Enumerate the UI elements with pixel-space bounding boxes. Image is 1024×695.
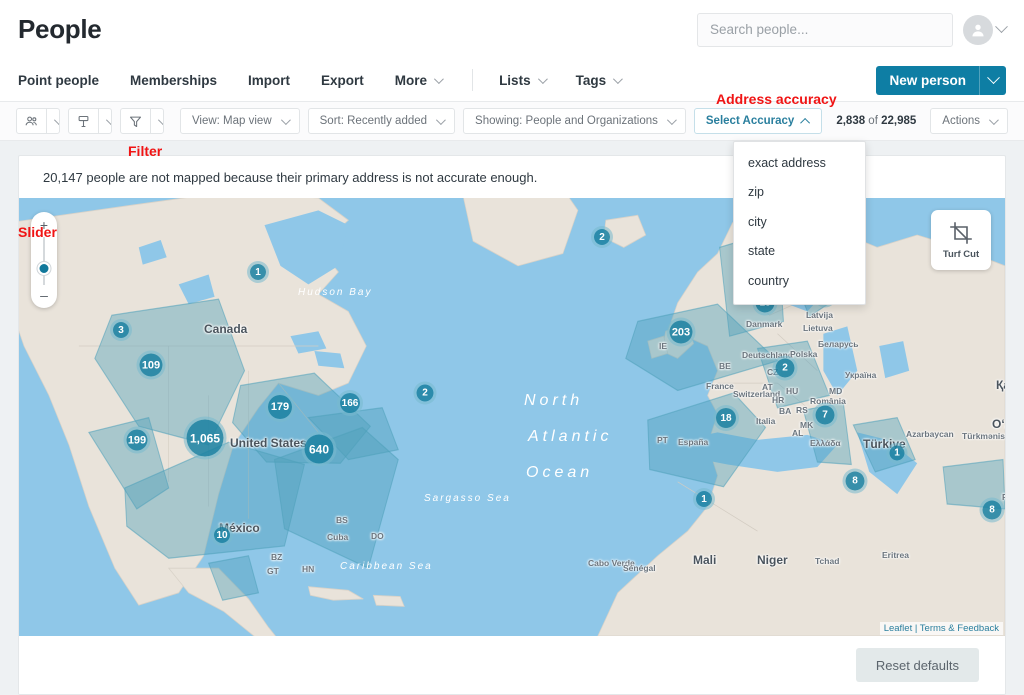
nav-item-export[interactable]: Export (321, 73, 364, 88)
content-area: 20,147 people are not mapped because the… (0, 141, 1024, 695)
sort-select[interactable]: Sort: Recently added (308, 108, 455, 134)
zoom-slider-track[interactable] (43, 237, 45, 285)
map-cluster-marker[interactable]: 1 (887, 443, 908, 464)
terms-feedback-link[interactable]: Terms & Feedback (920, 623, 999, 634)
accuracy-option-zip[interactable]: zip (734, 178, 865, 207)
map-cluster-marker[interactable]: 179 (265, 392, 295, 422)
attribution-separator: | (912, 623, 920, 634)
sort-select-label: Sort: Recently added (320, 115, 427, 127)
nav-item-memberships[interactable]: Memberships (130, 73, 217, 88)
new-person-dropdown-toggle[interactable] (979, 66, 1006, 95)
chevron-down-icon (434, 74, 444, 84)
map-cluster-marker[interactable]: 1,065 (184, 417, 227, 460)
funnel-filter-group[interactable] (120, 108, 164, 134)
record-count: 2,838 of 22,985 (830, 115, 922, 127)
turf-cut-label: Turf Cut (943, 249, 979, 260)
showing-select[interactable]: Showing: People and Organizations (463, 108, 686, 134)
map-cluster-marker[interactable]: 203 (667, 318, 696, 347)
primary-nav: Point people Memberships Import Export M… (0, 59, 1024, 102)
accuracy-dropdown-menu[interactable]: exact address zip city state country (733, 141, 866, 305)
chevron-down-icon (158, 115, 164, 125)
funnel-filter-icon[interactable] (121, 109, 150, 133)
reset-defaults-button[interactable]: Reset defaults (856, 648, 979, 682)
page-title: People (18, 14, 101, 45)
map-cluster-marker[interactable]: 1 (247, 261, 269, 283)
map-cluster-marker[interactable]: 8 (980, 498, 1005, 523)
new-person-label: New person (876, 66, 979, 95)
map-cluster-marker[interactable]: 199 (124, 427, 151, 454)
map-cluster-marker[interactable]: 18 (713, 405, 739, 431)
chevron-down-icon (987, 71, 1000, 84)
map-cluster-marker[interactable]: 1 (693, 488, 715, 510)
map-cluster-marker[interactable]: 7 (813, 403, 838, 428)
map-zoom-slider[interactable]: + – (31, 212, 57, 308)
chevron-down-icon (538, 74, 548, 84)
people-icon[interactable] (17, 109, 46, 133)
accuracy-option-country[interactable]: country (734, 267, 865, 296)
chevron-down-icon (281, 115, 291, 125)
zoom-out-button[interactable]: – (40, 288, 48, 302)
accuracy-option-state[interactable]: state (734, 237, 865, 266)
people-filter-caret[interactable] (46, 109, 60, 133)
funnel-filter-caret[interactable] (150, 109, 164, 133)
turf-cut-button[interactable]: Turf Cut (931, 210, 991, 270)
select-accuracy-label: Select Accuracy (706, 115, 794, 127)
chevron-down-icon (995, 20, 1008, 33)
nav-item-more[interactable]: More (395, 73, 441, 88)
map-cluster-marker[interactable]: 2 (414, 382, 437, 405)
map-cluster-marker[interactable]: 109 (137, 351, 166, 380)
actions-menu[interactable]: Actions (930, 108, 1008, 134)
account-menu[interactable] (963, 15, 1006, 45)
zoom-in-button[interactable]: + (40, 218, 48, 232)
new-person-button[interactable]: New person (876, 66, 1006, 95)
user-avatar-icon (963, 15, 993, 45)
record-count-selected: 2,838 (836, 115, 865, 127)
record-count-total: 22,985 (881, 115, 916, 127)
nav-item-tags[interactable]: Tags (576, 73, 621, 88)
chevron-down-icon (436, 115, 446, 125)
chevron-down-icon (106, 115, 112, 125)
map-cluster-marker[interactable]: 2 (591, 226, 613, 248)
search-input[interactable] (697, 13, 953, 47)
accuracy-option-city[interactable]: city (734, 208, 865, 237)
nav-item-lists[interactable]: Lists (499, 73, 545, 88)
view-select-label: View: Map view (192, 115, 272, 127)
signpost-filter-group[interactable] (68, 108, 112, 134)
map-cluster-marker[interactable]: 2 (773, 356, 798, 381)
app-header: People (0, 0, 1024, 59)
nav-item-import[interactable]: Import (248, 73, 290, 88)
map-cluster-marker[interactable]: 8 (843, 469, 868, 494)
nav-item-point-people[interactable]: Point people (18, 73, 99, 88)
chevron-up-icon (800, 117, 810, 127)
view-select[interactable]: View: Map view (180, 108, 300, 134)
card-footer: Reset defaults (19, 636, 1005, 694)
people-filter-group[interactable] (16, 108, 60, 134)
header-right-cluster (697, 13, 1006, 47)
map-attribution[interactable]: Leaflet | Terms & Feedback (880, 622, 1003, 635)
accuracy-option-exact-address[interactable]: exact address (734, 149, 865, 178)
map-cluster-marker[interactable]: 166 (337, 390, 363, 416)
chevron-down-icon (667, 115, 677, 125)
crop-tool-icon (949, 221, 973, 245)
signpost-filter-caret[interactable] (98, 109, 112, 133)
actions-menu-label: Actions (942, 115, 980, 127)
map-cluster-marker[interactable]: 10 (211, 524, 233, 546)
record-count-joiner: of (865, 115, 881, 127)
zoom-slider-handle[interactable] (38, 262, 51, 275)
nav-divider (472, 69, 473, 91)
chevron-down-icon (989, 115, 999, 125)
signpost-icon[interactable] (69, 109, 98, 133)
map-cluster-marker[interactable]: 3 (110, 319, 132, 341)
showing-select-label: Showing: People and Organizations (475, 115, 658, 127)
select-accuracy-button[interactable]: Select Accuracy (694, 108, 822, 134)
chevron-down-icon (54, 115, 60, 125)
chevron-down-icon (613, 74, 623, 84)
map-cluster-marker[interactable]: 640 (302, 432, 337, 467)
leaflet-link[interactable]: Leaflet (884, 623, 913, 634)
view-toolbar: View: Map view Sort: Recently added Show… (0, 102, 1024, 141)
